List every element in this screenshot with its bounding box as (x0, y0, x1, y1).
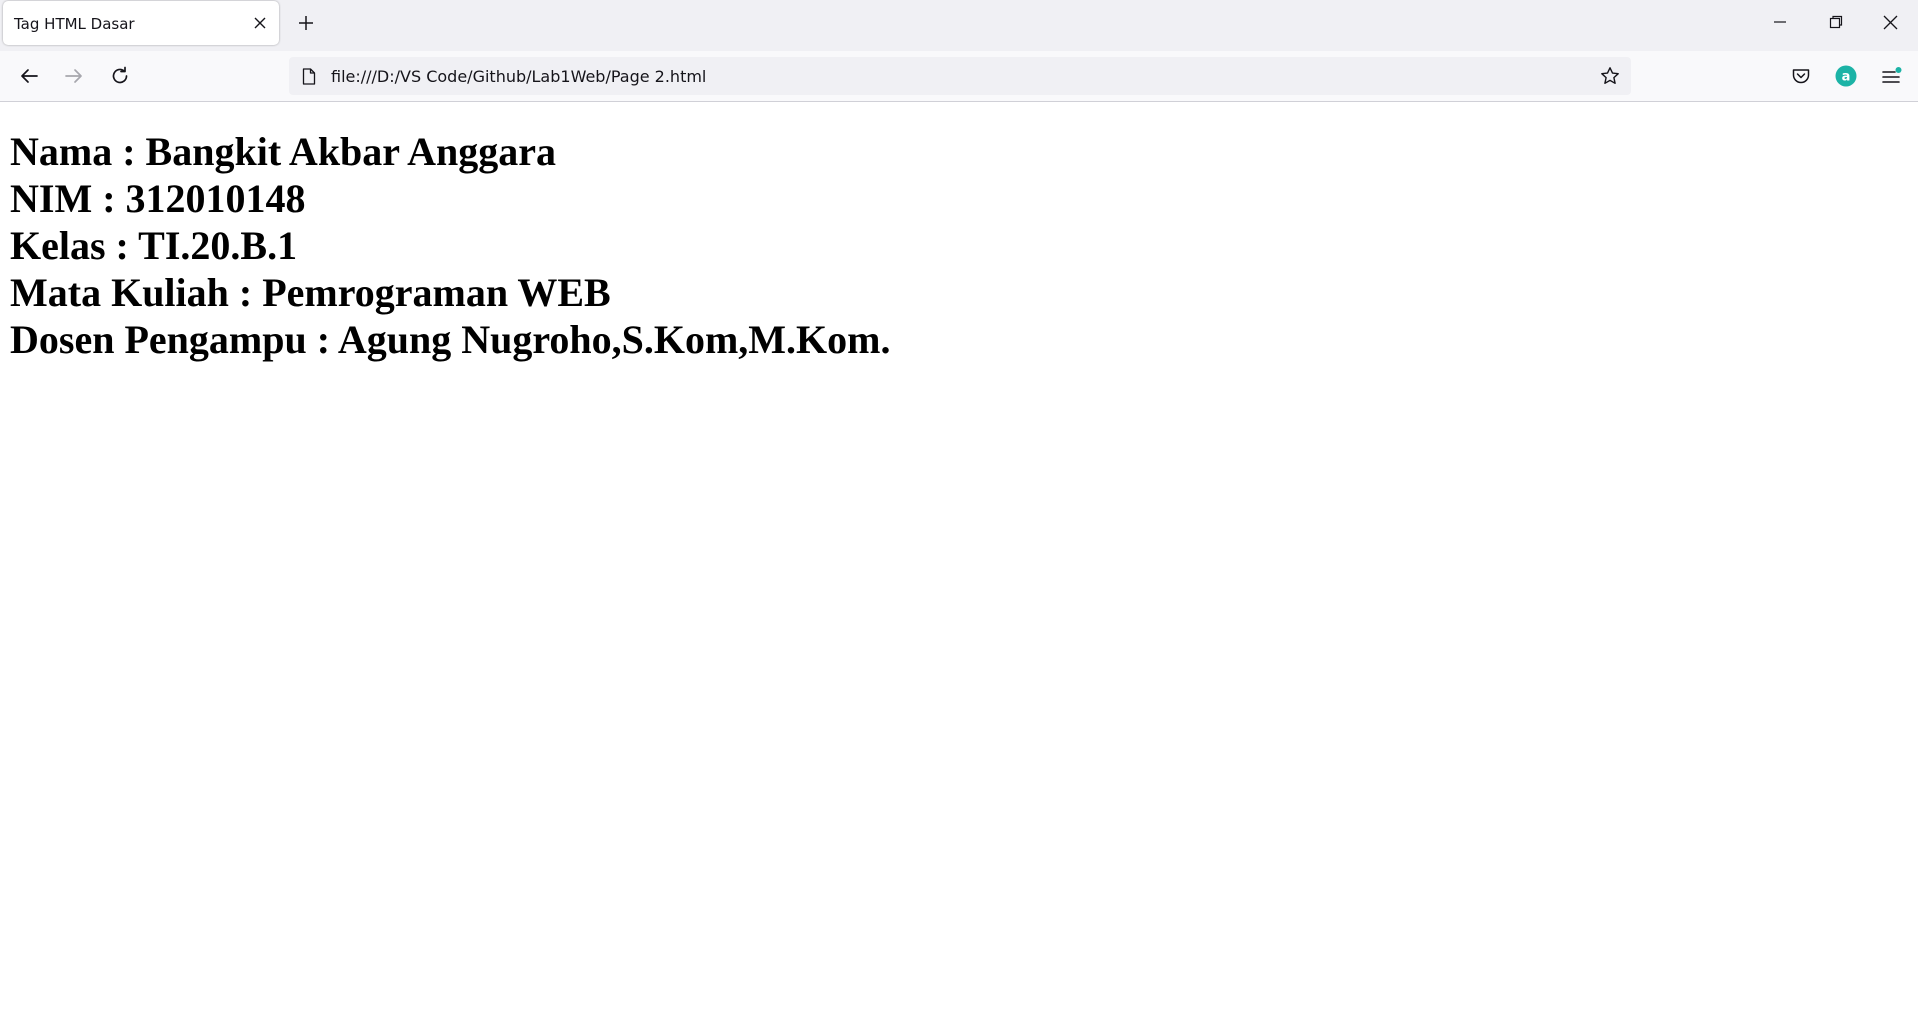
page-icon (300, 67, 318, 85)
mata-kuliah-line: Mata Kuliah : Pemrograman WEB (10, 270, 611, 315)
restore-icon[interactable] (1808, 0, 1864, 44)
plus-icon[interactable] (293, 10, 319, 36)
arrow-left-icon[interactable] (13, 60, 45, 92)
tab-strip: Tag HTML Dasar (0, 0, 1918, 51)
student-info-heading: Nama : Bangkit Akbar Anggara NIM : 31201… (10, 128, 890, 363)
url-bar[interactable]: file:///D:/VS Code/Github/Lab1Web/Page 2… (289, 57, 1631, 95)
reload-icon[interactable] (104, 60, 136, 92)
browser-tab[interactable]: Tag HTML Dasar (3, 1, 279, 45)
dosen-pengampu-line: Dosen Pengampu : Agung Nugroho,S.Kom,M.K… (10, 317, 891, 362)
update-dot-icon (1895, 67, 1902, 73)
account-icon[interactable]: a (1830, 60, 1862, 92)
pocket-icon[interactable] (1785, 60, 1817, 92)
url-text[interactable]: file:///D:/VS Code/Github/Lab1Web/Page 2… (331, 67, 706, 86)
nama-line: Nama : Bangkit Akbar Anggara (10, 129, 557, 174)
arrow-right-icon[interactable] (58, 60, 90, 92)
kelas-line: Kelas : TI.20.B.1 (10, 223, 298, 268)
close-icon[interactable] (249, 12, 271, 34)
bookmark-star-icon[interactable] (1597, 63, 1623, 89)
menu-icon[interactable] (1875, 60, 1907, 92)
account-badge-letter: a (1842, 70, 1851, 85)
minimize-icon[interactable] (1752, 0, 1808, 44)
close-icon[interactable] (1862, 0, 1918, 44)
navigation-toolbar: file:///D:/VS Code/Github/Lab1Web/Page 2… (0, 51, 1918, 102)
page-viewport: Nama : Bangkit Akbar Anggara NIM : 31201… (0, 102, 1918, 1027)
nim-line: NIM : 312010148 (10, 176, 306, 221)
tab-title: Tag HTML Dasar (14, 15, 135, 33)
